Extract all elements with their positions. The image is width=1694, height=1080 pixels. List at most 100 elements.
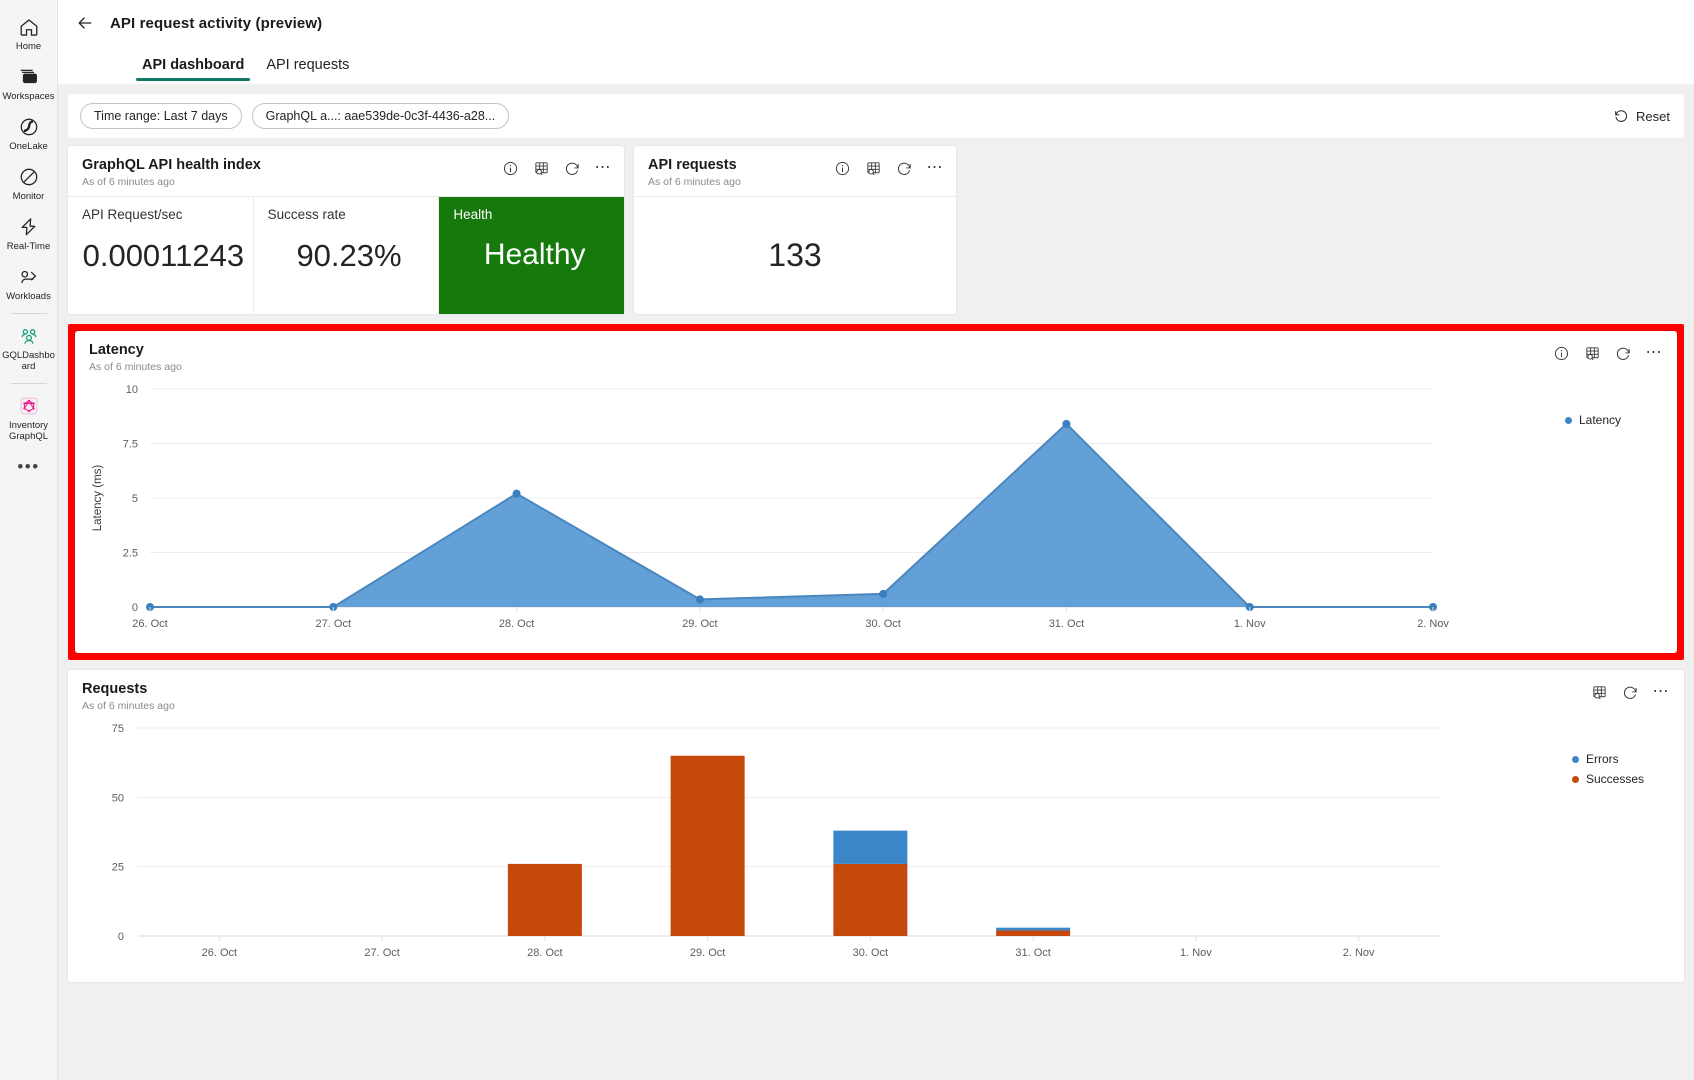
tile-graphql-api-health-index: GraphQL API health index As of 6 minutes… [68,146,625,314]
chart-actions: ⋯ [1552,341,1663,362]
svg-text:5: 5 [132,493,138,505]
refresh-ccw-icon [1613,108,1629,124]
svg-text:31. Oct: 31. Oct [1015,947,1050,959]
tab-api-dashboard[interactable]: API dashboard [134,53,252,84]
tile-subtitle: As of 6 minutes ago [648,176,741,188]
sidebar-item-inventory-graphql[interactable]: Inventory GraphQL [0,387,58,448]
info-icon[interactable] [1552,344,1570,362]
kpi-value: 90.23% [296,238,402,273]
latency-highlight-border: Latency As of 6 minutes ago ⋯ 0 2.5 5 7.… [68,324,1684,660]
onelake-icon [17,115,41,139]
chart-subtitle: As of 6 minutes ago [82,700,175,712]
legend-label: Errors [1586,752,1619,766]
table-icon[interactable] [1590,683,1608,701]
legend-item-successes[interactable]: Successes [1572,772,1684,786]
monitor-icon [17,165,41,189]
svg-text:2. Nov: 2. Nov [1343,947,1375,959]
more-icon[interactable]: ⋯ [594,159,612,177]
svg-text:Latency (ms): Latency (ms) [92,465,104,532]
real-time-icon [17,215,41,239]
sidebar-item-label: OneLake [9,141,48,152]
tile-actions: ⋯ [833,156,944,177]
legend-label: Latency [1579,413,1622,427]
legend-item-latency[interactable]: Latency [1565,413,1677,427]
sidebar-item-gqldashboard[interactable]: GQLDashboard [0,317,58,378]
sidebar-item-label: Workspaces [2,91,55,102]
filter-bar: Time range: Last 7 days GraphQL a...: aa… [68,94,1684,138]
svg-text:29. Oct: 29. Oct [690,947,725,959]
kpi-tiles-row: GraphQL API health index As of 6 minutes… [58,138,1694,314]
sidebar-item-home[interactable]: Home [0,8,58,58]
chart-actions: ⋯ [1590,680,1670,701]
requests-legend: Errors Successes [1572,714,1684,982]
dashboard-canvas: Time range: Last 7 days GraphQL a...: aa… [58,84,1694,1080]
rail-divider [10,313,47,314]
chart-card-latency: Latency As of 6 minutes ago ⋯ 0 2.5 5 7.… [75,331,1677,653]
svg-text:10: 10 [126,384,138,396]
legend-swatch-icon [1565,416,1572,424]
reset-button[interactable]: Reset [1613,108,1670,124]
kpi-label: Health [453,207,493,222]
app-root: Home Workspaces OneLake Monitor Real-Tim… [0,0,1694,1080]
legend-label: Successes [1586,772,1645,786]
sidebar-item-real-time[interactable]: Real-Time [0,208,58,258]
rail-more-icon[interactable]: ••• [17,457,39,477]
main-region: API request activity (preview) API dashb… [58,0,1694,1080]
sidebar-item-monitor[interactable]: Monitor [0,158,58,208]
more-icon[interactable]: ⋯ [1645,344,1663,362]
more-icon[interactable]: ⋯ [1652,683,1670,701]
tile-subtitle: As of 6 minutes ago [82,176,175,188]
svg-text:1. Nov: 1. Nov [1234,618,1266,630]
table-icon[interactable] [864,159,882,177]
sidebar-item-workloads[interactable]: Workloads [0,258,58,308]
latency-chart-wrap: Latency As of 6 minutes ago ⋯ 0 2.5 5 7.… [58,314,1694,660]
info-icon[interactable] [833,159,851,177]
kpi-label: Success rate [267,207,346,222]
filter-pill-time-range[interactable]: Time range: Last 7 days [80,103,242,129]
refresh-icon[interactable] [1621,683,1639,701]
refresh-icon[interactable] [1614,344,1632,362]
legend-swatch-icon [1572,775,1579,783]
tab-bar: API dashboard API requests [58,46,1694,84]
svg-text:0: 0 [132,602,138,614]
tab-api-requests[interactable]: API requests [258,53,357,84]
chart-header: Latency As of 6 minutes ago ⋯ [75,331,1677,375]
gql-dashboard-icon [17,324,41,348]
sidebar-item-label: Workloads [6,291,51,302]
inventory-graphql-icon [17,394,41,418]
svg-text:0: 0 [118,931,124,943]
tile-header: API requests As of 6 minutes ago ⋯ [634,146,956,196]
filter-pill-graphql-api[interactable]: GraphQL a...: aae539de-0c3f-4436-a28... [251,103,510,129]
latency-plot[interactable]: 0 2.5 5 7.5 10 Latency (ms) 26. Oct 27. Oct 28. … [75,375,1565,653]
table-icon[interactable] [1583,344,1601,362]
legend-item-errors[interactable]: Errors [1572,752,1684,766]
sidebar-item-onelake[interactable]: OneLake [0,108,58,158]
svg-text:2.5: 2.5 [123,548,138,560]
chart-subtitle: As of 6 minutes ago [89,361,182,373]
workloads-icon [17,265,41,289]
back-arrow-icon[interactable] [72,10,98,36]
svg-text:30. Oct: 30. Oct [853,947,888,959]
refresh-icon[interactable] [563,159,581,177]
kpi-value: 0.00011243 [82,238,245,273]
chart-body: 0 25 50 75 26. Oct 27. Oct 28. Oct 29. Oct 30. O… [68,714,1684,982]
rail-divider [10,383,47,384]
svg-text:50: 50 [112,792,124,804]
more-icon[interactable]: ⋯ [926,159,944,177]
svg-text:27. Oct: 27. Oct [364,947,399,959]
left-nav-rail: Home Workspaces OneLake Monitor Real-Tim… [0,0,58,1080]
info-icon[interactable] [501,159,519,177]
requests-plot[interactable]: 0 25 50 75 26. Oct 27. Oct 28. Oct 29. Oct 30. O… [68,714,1572,982]
table-icon[interactable] [532,159,550,177]
svg-text:26. Oct: 26. Oct [132,618,167,630]
sidebar-item-label: Home [15,41,42,52]
chart-header: Requests As of 6 minutes ago ⋯ [68,670,1684,714]
legend-swatch-icon [1572,755,1579,763]
svg-text:31. Oct: 31. Oct [1049,618,1084,630]
refresh-icon[interactable] [895,159,913,177]
chart-title: Requests [82,681,148,697]
sidebar-item-workspaces[interactable]: Workspaces [0,58,58,108]
api-requests-value: 133 [768,237,822,273]
workspaces-icon [17,65,41,89]
home-icon [17,15,41,39]
